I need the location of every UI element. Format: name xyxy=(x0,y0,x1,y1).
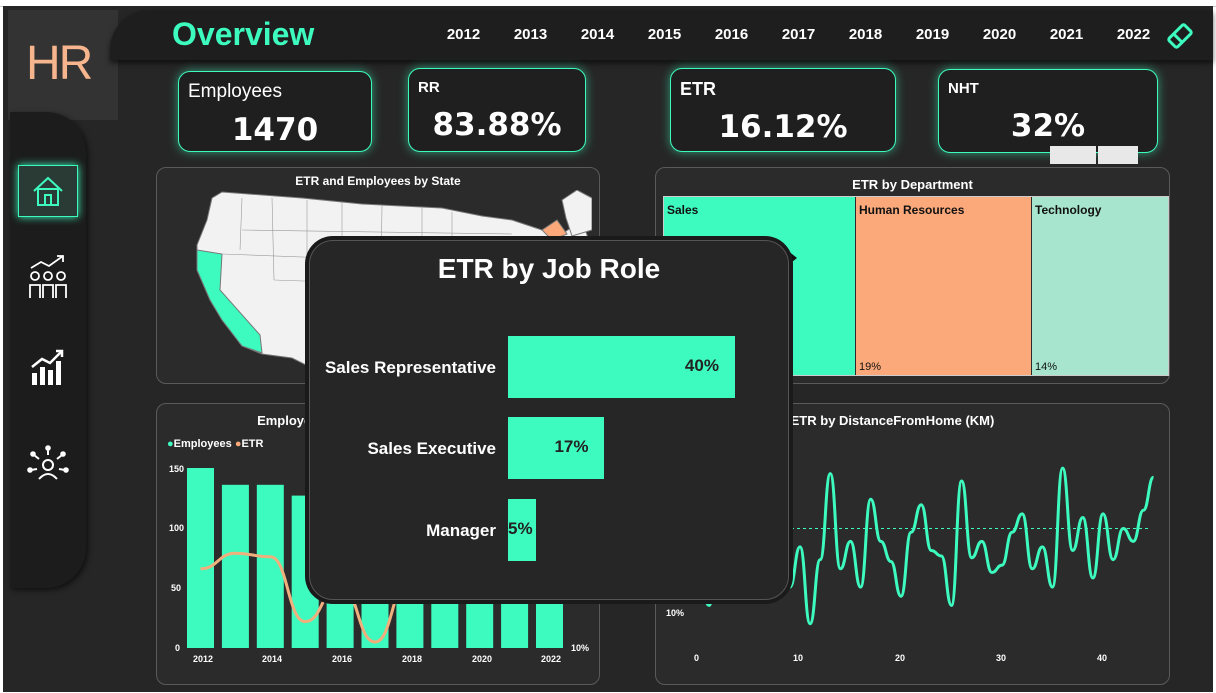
kpi-rr: RR 83.88% xyxy=(408,68,586,152)
page-title: Overview xyxy=(172,16,315,52)
role-label: Sales Representative xyxy=(324,358,496,377)
popup-title: ETR by Job Role xyxy=(437,253,661,284)
network-person-icon xyxy=(27,445,69,480)
year-2017[interactable]: 2017 xyxy=(765,26,832,43)
x-tick: 2016 xyxy=(332,654,353,664)
side-nav xyxy=(10,112,86,588)
home-icon xyxy=(33,176,63,206)
x-tick: 10 xyxy=(793,653,804,663)
job-role-popup: ETR by Job Role Sales Representative Sal… xyxy=(309,240,789,600)
visual-header-icons xyxy=(1050,144,1162,164)
kpi-nht-value: 32% xyxy=(1010,108,1086,144)
kpi-rr-label: RR xyxy=(418,79,440,96)
x-tick: 2014 xyxy=(262,654,283,664)
year-2012[interactable]: 2012 xyxy=(430,26,497,43)
kpi-etr-label: ETR xyxy=(680,79,716,99)
chart-bars-icon xyxy=(31,349,64,385)
people-growth-icon xyxy=(29,255,67,298)
kpi-employees: Employees 1470 xyxy=(178,71,372,152)
nav-home[interactable] xyxy=(18,165,78,217)
year-2020[interactable]: 2020 xyxy=(966,26,1033,43)
logo-text: HR xyxy=(26,37,93,90)
kpi-employees-label: Employees xyxy=(188,81,282,102)
kpi-etr-value: 16.12% xyxy=(718,109,848,145)
x-tick: 2018 xyxy=(402,654,423,664)
x-tick: 2012 xyxy=(193,654,214,664)
dept-panel-title: ETR by Department xyxy=(852,177,973,192)
kpi-nht: NHT 32% xyxy=(938,69,1158,153)
dept-tile-hr[interactable]: Human Resources 19% xyxy=(856,197,1031,375)
dept-tile-sales-label: Sales xyxy=(667,203,699,217)
kpi-etr: ETR 16.12% xyxy=(670,68,896,152)
role-bar-value: 5% xyxy=(508,519,533,538)
header-bar: Overview 2012 2013 2014 2015 2016 2017 2… xyxy=(110,10,1213,60)
year-2018[interactable]: 2018 xyxy=(832,26,899,43)
employees-bar[interactable] xyxy=(221,484,249,648)
nav-network[interactable] xyxy=(18,437,78,497)
dept-tile-hr-label: Human Resources xyxy=(859,203,965,217)
x-tick: 2022 xyxy=(541,654,562,664)
x-tick: 0 xyxy=(694,653,700,663)
x-tick: 40 xyxy=(1097,653,1108,663)
nav-people[interactable] xyxy=(18,247,78,307)
year-2022[interactable]: 2022 xyxy=(1100,26,1167,43)
year-2013[interactable]: 2013 xyxy=(497,26,564,43)
role-label: Sales Executive xyxy=(367,439,496,458)
hr-logo: HR xyxy=(8,10,118,120)
year-2014[interactable]: 2014 xyxy=(564,26,631,43)
x-tick: 20 xyxy=(895,653,906,663)
role-bar-value: 40% xyxy=(684,356,719,375)
x-tick: 30 xyxy=(996,653,1007,663)
nav-analytics[interactable] xyxy=(18,337,78,397)
year-slicer: 2012 2013 2014 2015 2016 2017 2018 2019 … xyxy=(430,26,1167,43)
dept-tile-technology-value: 14% xyxy=(1035,361,1058,373)
dept-tile-technology[interactable]: Technology 14% xyxy=(1032,197,1168,375)
kpi-employees-value: 1470 xyxy=(231,112,319,148)
map-panel-title: ETR and Employees by State xyxy=(295,174,461,188)
role-label: Manager xyxy=(426,521,496,540)
kpi-nht-label: NHT xyxy=(948,80,979,97)
year-2021[interactable]: 2021 xyxy=(1033,26,1100,43)
x-tick: 2020 xyxy=(472,654,493,664)
role-bar-value: 17% xyxy=(554,437,589,456)
eraser-icon[interactable] xyxy=(1166,22,1194,50)
employees-bar[interactable] xyxy=(187,468,214,648)
dept-tile-technology-label: Technology xyxy=(1035,203,1102,217)
year-2015[interactable]: 2015 xyxy=(631,26,698,43)
dept-tile-hr-value: 19% xyxy=(859,361,882,373)
year-2016[interactable]: 2016 xyxy=(698,26,765,43)
kpi-rr-value: 83.88% xyxy=(432,107,562,143)
year-2019[interactable]: 2019 xyxy=(899,26,966,43)
